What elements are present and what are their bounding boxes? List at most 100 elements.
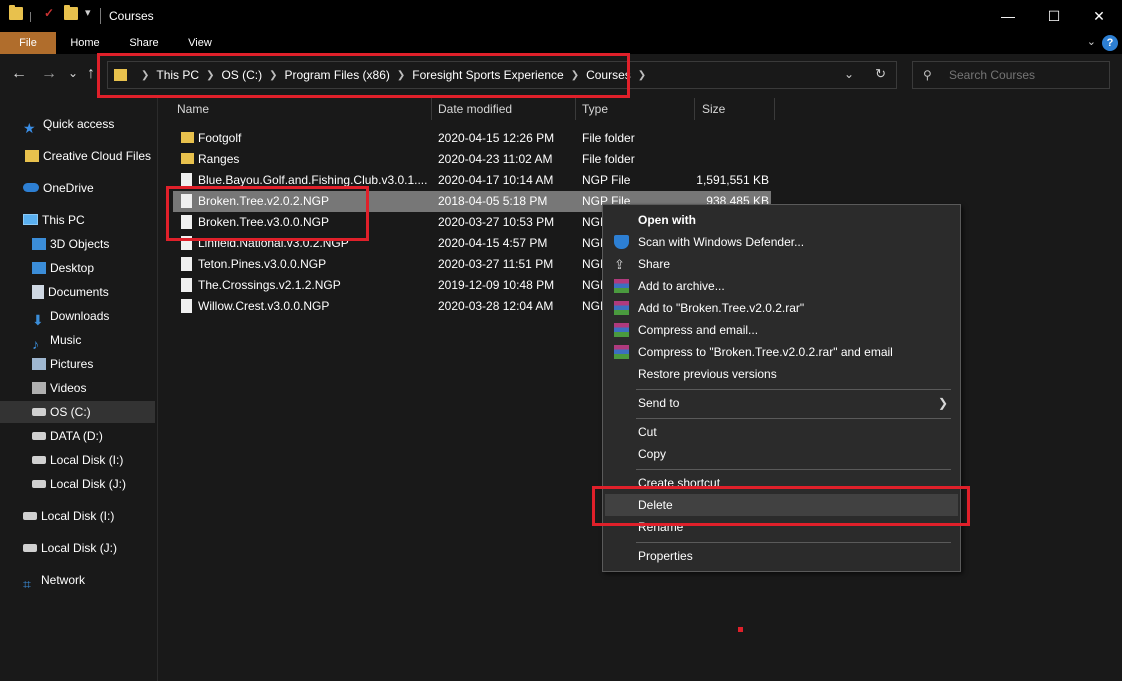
navigation-pane: ★ Quick access Creative Cloud Files OneDr… [0, 96, 158, 681]
sidebar-item-local-disk-j[interactable]: Local Disk (J:) [32, 473, 126, 495]
tab-home[interactable]: Home [63, 32, 107, 54]
column-divider[interactable] [431, 98, 432, 120]
sidebar-item-3d-objects[interactable]: 3D Objects [32, 233, 109, 255]
ribbon: File Home Share View ⌄ ? [0, 32, 1122, 54]
refresh-icon[interactable]: ↻ [875, 66, 886, 82]
sidebar-item-pictures[interactable]: Pictures [32, 353, 93, 375]
file-icon [181, 257, 192, 271]
column-header-date[interactable]: Date modified [438, 96, 512, 122]
winrar-icon [614, 323, 629, 337]
menu-item-properties[interactable]: Properties [605, 545, 958, 567]
sidebar-item-videos[interactable]: Videos [32, 377, 86, 399]
column-divider[interactable] [694, 98, 695, 120]
annotation-box-address [97, 53, 630, 98]
menu-separator [636, 389, 951, 390]
divider [30, 12, 31, 22]
table-row[interactable]: Ranges 2020-04-23 11:02 AM File folder [173, 149, 773, 170]
minimize-button[interactable]: — [985, 0, 1031, 32]
drive-icon [23, 511, 37, 520]
column-header-name[interactable]: Name [177, 96, 209, 122]
column-header-size[interactable]: Size [702, 96, 725, 122]
winrar-icon [614, 279, 629, 293]
menu-item-add-to-archive[interactable]: Add to archive... [605, 275, 958, 297]
column-divider[interactable] [774, 98, 775, 120]
sidebar-item-downloads[interactable]: ⬇ Downloads [32, 305, 109, 328]
chevron-down-icon[interactable]: ⌄ [844, 67, 854, 81]
shield-icon [614, 235, 629, 249]
menu-item-share[interactable]: ⇪ Share [605, 253, 958, 275]
menu-separator [636, 542, 951, 543]
folder-icon [181, 132, 194, 143]
folder-icon [181, 153, 194, 164]
sidebar-item-os-c[interactable]: OS (C:) [0, 401, 155, 423]
file-icon [181, 173, 192, 187]
menu-separator [636, 469, 951, 470]
sidebar-item-network[interactable]: ⌗ Network [23, 569, 85, 592]
menu-item-compress-rar-email[interactable]: Compress to "Broken.Tree.v2.0.2.rar" and… [605, 341, 958, 363]
forward-button[interactable]: → [41, 65, 57, 83]
drive-icon [32, 479, 46, 488]
column-header-type[interactable]: Type [582, 96, 608, 122]
file-icon [181, 299, 192, 313]
help-icon[interactable]: ? [1102, 35, 1118, 51]
drive-icon [32, 431, 46, 440]
recent-locations-button[interactable]: ⌄ [68, 66, 78, 80]
menu-item-add-to-rar[interactable]: Add to "Broken.Tree.v2.0.2.rar" [605, 297, 958, 319]
title-separator [100, 8, 101, 24]
search-box[interactable]: ⚲ [912, 61, 1110, 89]
chevron-right-icon[interactable]: ❯ [638, 70, 646, 81]
window-title: Courses [109, 9, 154, 23]
sidebar-item-onedrive[interactable]: OneDrive [23, 177, 94, 199]
tab-file[interactable]: File [0, 32, 56, 54]
customize-dropdown-icon[interactable]: ▾ [85, 6, 91, 19]
expand-ribbon-icon[interactable]: ⌄ [1087, 35, 1096, 48]
new-folder-icon[interactable] [64, 5, 78, 20]
sidebar-item-data-d[interactable]: DATA (D:) [32, 425, 103, 447]
folder-icon [25, 149, 39, 162]
network-icon: ⌗ [23, 575, 31, 592]
menu-item-open-with[interactable]: Open with [605, 209, 958, 231]
sidebar-item-local-disk-i[interactable]: Local Disk (I:) [32, 449, 123, 471]
search-icon: ⚲ [923, 68, 932, 82]
annotation-box-files [166, 186, 369, 241]
winrar-icon [614, 301, 629, 315]
sidebar-item-music[interactable]: ♪ Music [32, 329, 81, 352]
maximize-button[interactable]: ☐ [1031, 0, 1077, 32]
file-icon [181, 278, 192, 292]
sidebar-item-documents[interactable]: Documents [32, 281, 109, 303]
sidebar-item-creative-cloud[interactable]: Creative Cloud Files [25, 145, 151, 167]
computer-icon [23, 214, 38, 226]
star-icon: ★ [23, 119, 36, 136]
tab-view[interactable]: View [180, 32, 220, 54]
drive-icon [32, 407, 46, 416]
sidebar-item-local-disk-j-root[interactable]: Local Disk (J:) [23, 537, 117, 559]
sidebar-item-desktop[interactable]: Desktop [32, 257, 94, 279]
close-button[interactable]: ✕ [1076, 0, 1122, 32]
menu-item-cut[interactable]: Cut [605, 421, 958, 443]
music-icon: ♪ [32, 335, 39, 352]
chevron-right-icon: ❯ [937, 396, 948, 410]
sidebar-item-quick-access[interactable]: ★ Quick access [23, 113, 114, 136]
menu-item-restore-versions[interactable]: Restore previous versions [605, 363, 958, 385]
tab-share[interactable]: Share [122, 32, 166, 54]
desktop-icon [32, 261, 46, 274]
title-bar: ▾ Courses — ☐ ✕ [0, 0, 1122, 32]
menu-item-compress-email[interactable]: Compress and email... [605, 319, 958, 341]
back-button[interactable]: ← [11, 65, 27, 83]
sidebar-item-this-pc[interactable]: This PC [23, 209, 85, 231]
menu-separator [636, 418, 951, 419]
menu-item-copy[interactable]: Copy [605, 443, 958, 465]
menu-item-send-to[interactable]: Send to ❯ [605, 392, 958, 414]
cube-icon [32, 237, 46, 250]
column-divider[interactable] [575, 98, 576, 120]
video-icon [32, 381, 46, 394]
sidebar-item-local-disk-i-root[interactable]: Local Disk (I:) [23, 505, 114, 527]
annotation-box-delete [592, 486, 970, 526]
picture-icon [32, 357, 46, 370]
menu-item-scan[interactable]: Scan with Windows Defender... [605, 231, 958, 253]
search-input[interactable] [949, 67, 1099, 83]
table-row[interactable]: Footgolf 2020-04-15 12:26 PM File folder [173, 128, 773, 149]
up-button[interactable]: ↑ [87, 65, 95, 83]
folder-icon[interactable] [9, 5, 23, 20]
drive-icon [32, 455, 46, 464]
